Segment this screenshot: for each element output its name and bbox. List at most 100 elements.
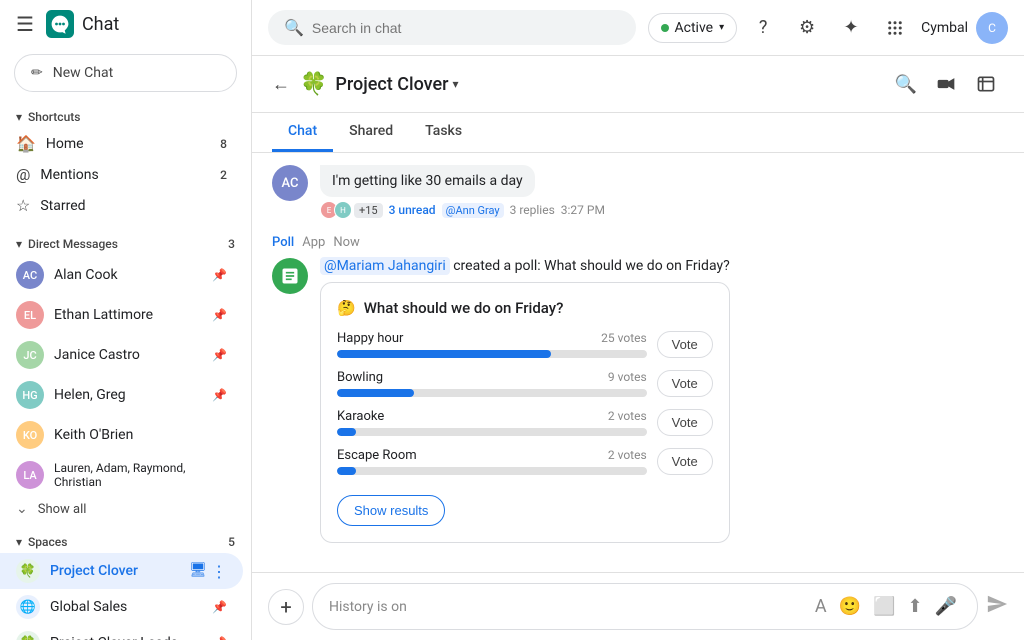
search-input[interactable] <box>312 20 620 36</box>
vote-button-karaoke[interactable]: Vote <box>657 409 713 436</box>
clover-leads-icon: 🍀 <box>16 631 40 640</box>
reply-time: 3:27 PM <box>561 203 605 217</box>
expand-icon: ⌄ <box>16 501 28 517</box>
avatar: KO <box>16 421 44 449</box>
video-call-button[interactable] <box>928 66 964 102</box>
message-content: I'm getting like 30 emails a day E H +15… <box>320 165 1004 219</box>
star-button[interactable]: ✦ <box>833 10 869 46</box>
sidebar-item-mentions[interactable]: @ Mentions 2 <box>0 159 243 190</box>
poll-bar-fill <box>337 467 356 475</box>
emoji-icon[interactable]: 🙂 <box>835 592 865 621</box>
grid-button[interactable] <box>877 10 913 46</box>
vote-button-bowling[interactable]: Vote <box>657 370 713 397</box>
poll-option-karaoke: Karaoke 2 votes Vote <box>337 409 713 436</box>
thread-info[interactable]: E H +15 3 unread @Ann Gray 3 replies 3:2… <box>320 201 1004 219</box>
pin-icon: 📌 <box>212 348 227 362</box>
tab-shared[interactable]: Shared <box>333 113 409 152</box>
microphone-icon[interactable]: 🎤 <box>931 592 961 621</box>
user-avatar[interactable]: C <box>976 12 1008 44</box>
space-project-clover[interactable]: 🍀 Project Clover 🖥 ⋮ <box>0 553 243 589</box>
chevron-down-icon: ▾ <box>16 110 22 124</box>
new-chat-label: New Chat <box>53 65 113 81</box>
space-header-name: Project Clover <box>335 74 448 95</box>
history-label: History is on <box>329 599 407 615</box>
poll-bar-bg <box>337 428 647 436</box>
chat-tabs: Chat Shared Tasks <box>252 113 1024 153</box>
show-all-dm[interactable]: ⌄ Show all <box>0 495 243 523</box>
avatar: AC <box>272 165 308 201</box>
new-chat-button[interactable]: ✏ New Chat <box>14 54 237 92</box>
dm-helen-greg[interactable]: HG Helen, Greg 📌 <box>0 375 243 415</box>
poll-tab-poll[interactable]: Poll <box>272 235 294 250</box>
dm-lauren-group[interactable]: LA Lauren, Adam, Raymond, Christian <box>0 455 243 495</box>
poll-card: 🤔 What should we do on Friday? Happy hou… <box>320 282 730 543</box>
back-button[interactable]: ← <box>272 74 290 95</box>
vote-button-happy-hour[interactable]: Vote <box>657 331 713 358</box>
search-box[interactable]: 🔍 <box>268 10 636 45</box>
poll-option-escape-room: Escape Room 2 votes Vote <box>337 448 713 475</box>
send-button[interactable] <box>986 593 1008 620</box>
settings-button[interactable]: ⚙ <box>789 10 825 46</box>
space-dropdown-button[interactable]: ▾ <box>453 77 459 91</box>
upload-icon[interactable]: ⬆ <box>903 592 926 621</box>
poll-content: @Mariam Jahangiri created a poll: What s… <box>320 258 730 543</box>
space-global-sales[interactable]: 🌐 Global Sales 📌 <box>0 589 243 625</box>
sidebar-item-starred[interactable]: ☆ Starred <box>0 190 243 221</box>
poll-bar-fill <box>337 350 551 358</box>
shortcuts-section[interactable]: ▾ Shortcuts <box>0 102 251 128</box>
sidebar-header: ☰ Chat <box>0 0 251 48</box>
search-in-chat-button[interactable]: 🔍 <box>888 66 924 102</box>
dm-keith-obrien[interactable]: KO Keith O'Brien <box>0 415 243 455</box>
globe-icon: 🌐 <box>16 595 40 619</box>
thread-avatars: E H <box>320 201 348 219</box>
message-text: I'm getting like 30 emails a day <box>320 165 535 197</box>
more-icon[interactable]: ⋮ <box>211 562 227 581</box>
vote-button-escape-room[interactable]: Vote <box>657 448 713 475</box>
avatar: EL <box>16 301 44 329</box>
message-input-area: + History is on A 🙂 ⬜ ⬆ 🎤 <box>252 572 1024 640</box>
google-chat-logo <box>46 10 74 38</box>
poll-section: Poll App Now @Mariam Jahangiri created a… <box>272 235 1004 543</box>
thinking-emoji: 🤔 <box>337 299 356 317</box>
active-status-button[interactable]: Active ▾ <box>648 13 738 43</box>
help-button[interactable]: ? <box>745 10 781 46</box>
tab-tasks[interactable]: Tasks <box>409 113 478 152</box>
text-format-icon[interactable]: A <box>811 592 831 621</box>
pin-icon: 📌 <box>212 268 227 282</box>
brand-name: Cymbal <box>921 20 968 36</box>
dm-alan-cook[interactable]: AC Alan Cook 📌 <box>0 255 243 295</box>
mentions-icon: @ <box>16 165 30 184</box>
space-project-clover-leads[interactable]: 🍀 Project Clover Leads 📌 <box>0 625 243 640</box>
tasks-button[interactable] <box>968 66 1004 102</box>
poll-bar-bg <box>337 389 647 397</box>
spaces-section[interactable]: ▾ Spaces 5 <box>0 527 251 553</box>
tab-chat[interactable]: Chat <box>272 113 333 152</box>
dm-ethan-lattimore[interactable]: EL Ethan Lattimore 📌 <box>0 295 243 335</box>
chat-area: AC I'm getting like 30 emails a day E H … <box>252 153 1024 572</box>
app-title: Chat <box>82 14 119 35</box>
pin-icon: 📌 <box>212 636 227 640</box>
sidebar: ☰ Chat ✏ New Chat ▾ Shortcuts 🏠 Home 8 @… <box>0 0 252 640</box>
pin-icon: 📌 <box>212 600 227 614</box>
active-dot <box>661 24 669 32</box>
hamburger-icon[interactable]: ☰ <box>16 12 34 36</box>
poll-tabs: Poll App Now <box>272 235 1004 250</box>
unread-count: 3 unread <box>389 203 436 217</box>
input-actions: A 🙂 ⬜ ⬆ 🎤 <box>811 592 961 621</box>
poll-tab-now[interactable]: Now <box>333 235 359 250</box>
video-icon[interactable]: 🖥 <box>189 562 207 581</box>
message-row: AC I'm getting like 30 emails a day E H … <box>272 165 1004 219</box>
direct-messages-section[interactable]: ▾ Direct Messages 3 <box>0 229 251 255</box>
box-icon[interactable]: ⬜ <box>869 592 899 621</box>
mention-tag: @Ann Gray <box>442 203 504 218</box>
poll-tab-app[interactable]: App <box>302 235 325 250</box>
message-input-box[interactable]: History is on A 🙂 ⬜ ⬆ 🎤 <box>312 583 978 630</box>
sidebar-item-home[interactable]: 🏠 Home 8 <box>0 128 243 159</box>
clover-icon: 🍀 <box>16 559 40 583</box>
poll-option-happy-hour: Happy hour 25 votes Vote <box>337 331 713 358</box>
add-attachment-button[interactable]: + <box>268 589 304 625</box>
poll-sender-text: @Mariam Jahangiri created a poll: What s… <box>320 258 730 274</box>
dm-janice-castro[interactable]: JC Janice Castro 📌 <box>0 335 243 375</box>
chevron-down-icon: ▾ <box>719 22 724 33</box>
show-results-button[interactable]: Show results <box>337 495 445 526</box>
